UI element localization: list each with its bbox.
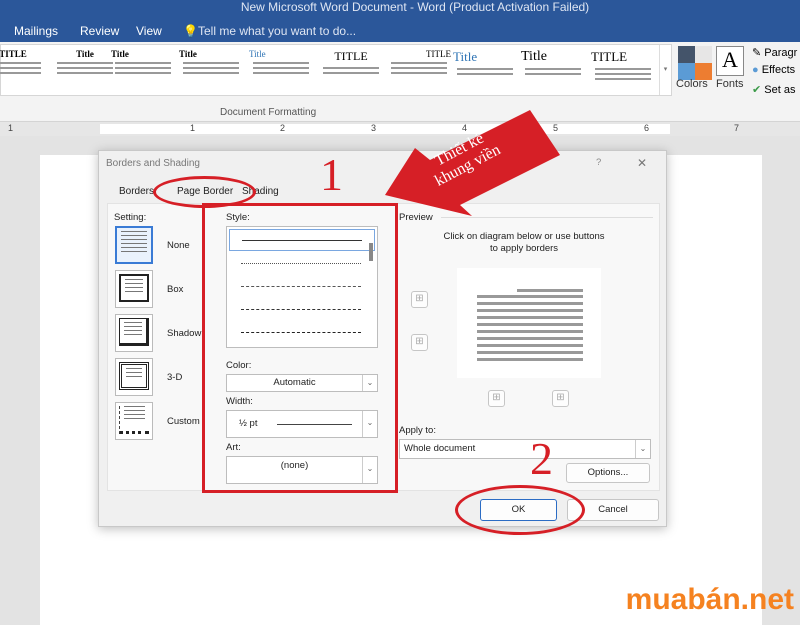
style-thumb[interactable]: Title (453, 49, 517, 99)
setting-shadow[interactable]: Shadow (167, 328, 201, 339)
preview-diagram[interactable] (457, 268, 601, 378)
title-bar: New Microsoft Word Document - Word (Prod… (0, 0, 800, 20)
ruler-tick: 2 (280, 123, 286, 133)
tab-review[interactable]: Review (80, 24, 119, 38)
step-2-label: 2 (530, 433, 553, 484)
watermark-logo: muabán.net (625, 583, 794, 616)
style-thumb[interactable]: Title (249, 49, 313, 99)
paragraph-spacing-button[interactable]: ✎ Paragr (752, 46, 797, 59)
style-thumb[interactable]: Title (521, 49, 585, 99)
apply-to-dropdown[interactable]: Whole document ⌄ (399, 439, 651, 459)
setting-shadow-icon[interactable] (115, 314, 153, 352)
style-thumb[interactable]: TITLE (387, 49, 451, 99)
chevron-down-icon: ⌄ (635, 440, 650, 458)
options-button[interactable]: Options... (566, 463, 650, 483)
menu-bar: Mailings Review View 💡 Tell me what you … (0, 20, 800, 42)
step-1-label: 1 (320, 149, 343, 200)
setting-none[interactable]: None (167, 240, 190, 251)
set-as-default-button[interactable]: ✔ Set as (752, 83, 795, 96)
ruler-tick: 3 (371, 123, 377, 133)
ruler-tick: 6 (644, 123, 650, 133)
setting-custom[interactable]: Custom (167, 416, 200, 427)
style-thumb[interactable]: Title (111, 49, 175, 99)
right-border-button[interactable]: ⊞ (552, 390, 569, 407)
lightbulb-icon: 💡 (183, 24, 198, 38)
ruler-tick: 1 (190, 123, 196, 133)
ok-button-highlight (455, 485, 585, 535)
preview-hint: Click on diagram below or use buttons to… (443, 231, 605, 254)
style-thumb[interactable]: Title (179, 49, 243, 99)
tab-view[interactable]: View (136, 24, 162, 38)
tab-mailings[interactable]: Mailings (14, 24, 58, 38)
apply-to-value: Whole document (404, 443, 476, 454)
apply-to-label: Apply to: (399, 425, 436, 436)
gallery-more-button[interactable]: ▾ (659, 45, 671, 95)
setting-custom-icon[interactable] (115, 402, 153, 440)
setting-3d-icon[interactable] (115, 358, 153, 396)
left-border-button[interactable]: ⊞ (488, 390, 505, 407)
top-border-button[interactable]: ⊞ (411, 291, 428, 308)
effects-button[interactable]: ● Effects (752, 64, 795, 76)
setting-box-icon[interactable] (115, 270, 153, 308)
colors-button[interactable]: Colors (676, 78, 708, 90)
setting-label: Setting: (114, 212, 147, 223)
window-title: New Microsoft Word Document - Word (Prod… (240, 0, 590, 14)
ruler-tick: 7 (734, 123, 740, 133)
style-gallery[interactable]: TITLE Title Title Title Title TITLE TITL… (0, 44, 672, 96)
style-section-highlight (202, 203, 398, 493)
setting-box[interactable]: Box (167, 284, 183, 295)
fonts-icon: A (716, 46, 744, 76)
colors-swatch-icon (678, 46, 712, 80)
style-thumb[interactable]: TITLE (0, 49, 45, 99)
style-thumb[interactable]: Title (53, 49, 117, 99)
help-button[interactable]: ? (596, 157, 601, 168)
ruler-tick: 1 (8, 123, 14, 133)
style-thumb[interactable]: TITLE (591, 49, 655, 99)
style-thumb[interactable]: TITLE (319, 49, 383, 99)
tell-me-input[interactable]: Tell me what you want to do... (198, 24, 356, 38)
setting-3d[interactable]: 3-D (167, 372, 182, 383)
bottom-border-button[interactable]: ⊞ (411, 334, 428, 351)
close-button[interactable]: ✕ (637, 156, 647, 170)
setting-none-icon[interactable] (115, 226, 153, 264)
dialog-title: Borders and Shading (106, 158, 200, 169)
fonts-button[interactable]: Fonts (716, 78, 744, 90)
tab-borders[interactable]: Borders (119, 186, 154, 197)
group-label: Document Formatting (220, 107, 317, 118)
